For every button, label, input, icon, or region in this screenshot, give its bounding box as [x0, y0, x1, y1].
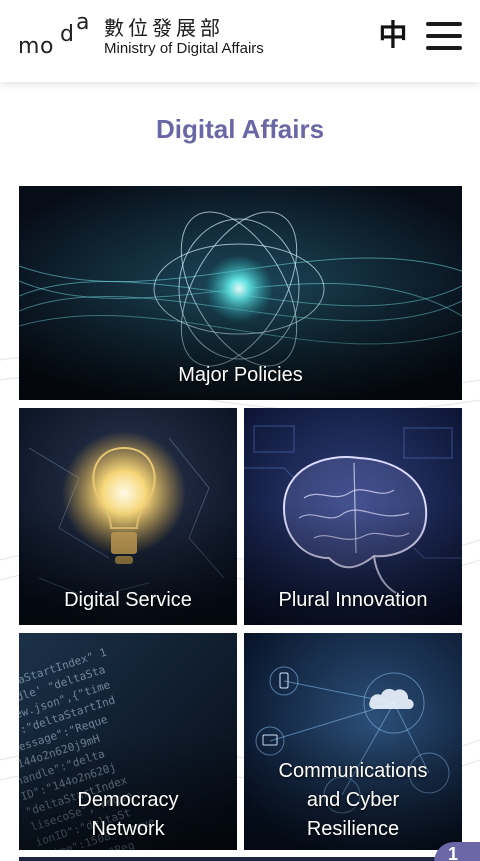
ministry-name-chinese[interactable]: 數位發展部 [104, 12, 224, 41]
tile-label: Democracy Network [77, 789, 179, 840]
logo-letter-m: m [18, 34, 40, 59]
language-toggle-button[interactable]: 中 [376, 18, 410, 52]
menu-bar-line [426, 46, 462, 50]
hamburger-menu-icon[interactable] [426, 22, 464, 52]
tile-label: Communications and Cyber Resilience [278, 760, 428, 840]
site-header: m o d a 數位發展部 Ministry of Digital Affair… [0, 0, 480, 82]
tile-major-policies[interactable]: Major Policies [19, 186, 462, 400]
tile-label: Major Policies [178, 364, 303, 386]
tile-label: Plural Innovation [278, 589, 428, 611]
tile-democracy-network[interactable]: "deltaStartIndex" 1 'handle' "deltaSta a… [19, 633, 237, 850]
logo-letter-d: d [60, 22, 74, 47]
menu-bar-line [426, 34, 462, 38]
next-tile-edge [19, 857, 462, 861]
menu-bar-line [426, 22, 462, 26]
page-title: Digital Affairs [155, 114, 325, 144]
tile-label: Digital Service [64, 589, 192, 611]
ministry-name-english[interactable]: Ministry of Digital Affairs [104, 40, 264, 57]
tile-digital-service[interactable]: Digital Service [19, 408, 237, 625]
moda-logo[interactable]: m o d a [18, 10, 98, 59]
logo-letter-o: o [40, 34, 54, 59]
tile-plural-innovation[interactable]: Plural Innovation [244, 408, 462, 625]
tile-communications-cyber-resilience[interactable]: Communications and Cyber Resilience [244, 633, 462, 850]
logo-letter-a: a [76, 10, 90, 35]
